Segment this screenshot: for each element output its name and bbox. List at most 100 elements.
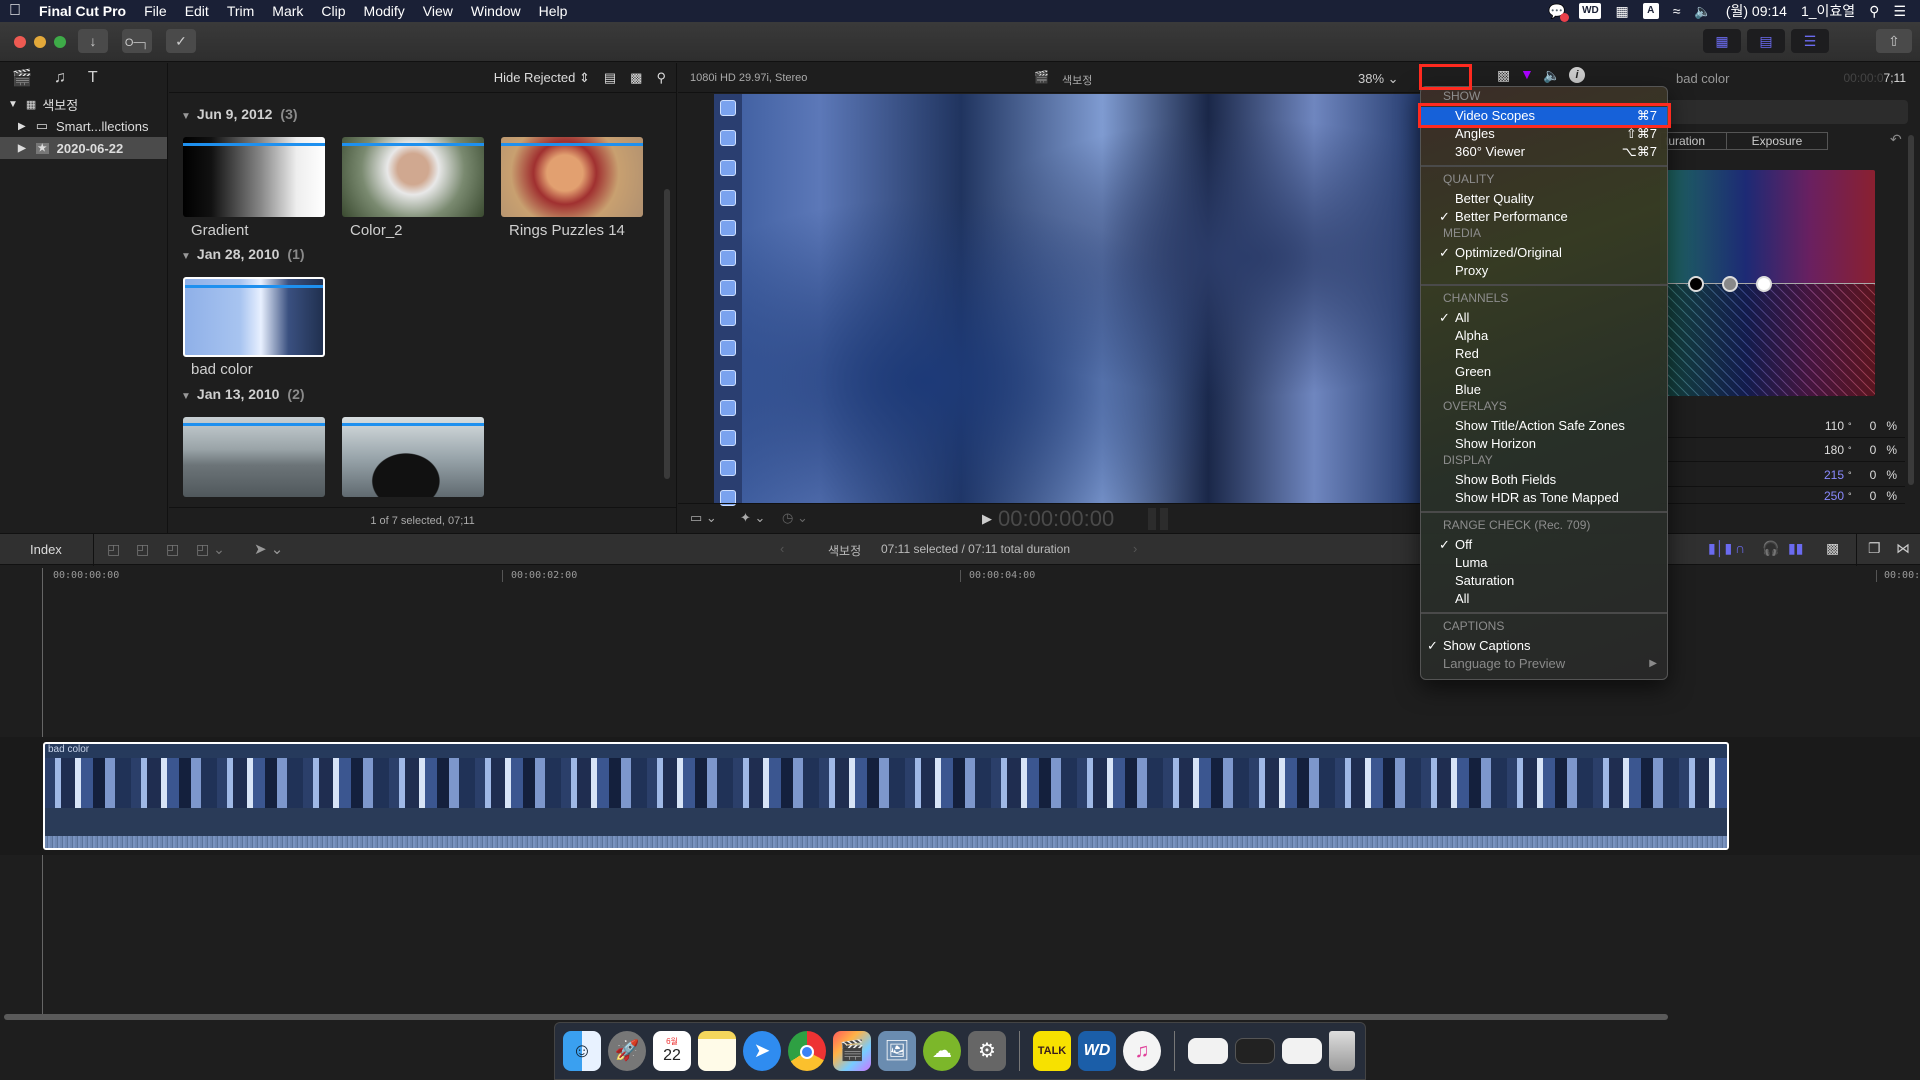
select-tool-menu[interactable]: ➤ ⌄ [254,540,283,558]
show-timeline-button[interactable]: ▤ [1747,29,1785,53]
inspector-scrollbar[interactable] [1908,135,1914,485]
back-arrow-icon[interactable]: ‹ [780,541,784,556]
play-button[interactable]: ▶ [982,511,992,527]
timeline-horizontal-scrollbar[interactable] [4,1014,1668,1020]
share-button[interactable]: ⇧ [1876,29,1912,53]
clip-thumbnail-bridge[interactable] [183,417,325,497]
dock-calendar-icon[interactable]: 6월 22 [653,1031,691,1071]
filmstrip-view-icon[interactable]: ▩ [630,70,642,86]
disclosure-closed-icon[interactable]: ▶ [18,121,26,132]
libraries-tab-icon[interactable]: 🎬 [12,68,32,88]
dock-finder-icon[interactable]: ☺ [563,1031,601,1071]
clock[interactable]: (월) 09:14 [1726,1,1787,21]
highlights-puck[interactable] [1756,276,1772,292]
inspector-value-row[interactable]: 215 ° 0% [1660,463,1905,487]
inspector-value-row[interactable]: 250 ° 0% [1660,488,1905,504]
dock-preview-icon[interactable]: 🖼 [878,1031,916,1071]
date-group-header[interactable]: ▼ Jun 9, 2012 (3) [181,106,298,122]
menu-modify[interactable]: Modify [355,3,414,19]
zoom-popup[interactable]: 38% ⌄ [1358,71,1399,87]
clip-appearance-icon[interactable]: ▤ [604,70,616,86]
browser-scrollbar[interactable] [664,189,670,479]
date-group-header[interactable]: ▼ Jan 13, 2010 (2) [181,386,305,402]
menu-view[interactable]: View [414,3,462,19]
menu-item-show-title-action-safe-zones[interactable]: Show Title/Action Safe Zones [1421,417,1667,435]
audio-inspector-icon[interactable]: 🔈 [1543,67,1560,84]
photos-audio-tab-icon[interactable]: ♫ [54,69,66,87]
sidebar-item-smart-collections[interactable]: ▶ ▭ Smart...llections [0,115,167,137]
notification-center-icon[interactable]: ☰ [1893,3,1906,20]
menu-item-luma[interactable]: Luma [1421,554,1667,572]
menu-item-show-hdr-as-tone-mapped[interactable]: Show HDR as Tone Mapped [1421,489,1667,507]
menu-item-all[interactable]: All [1421,590,1667,608]
menu-help[interactable]: Help [530,3,577,19]
date-group-header[interactable]: ▼ Jan 28, 2010 (1) [181,246,305,262]
crop-transform-menu[interactable]: ▭ ⌄ [690,510,717,526]
disclosure-open-icon[interactable]: ▼ [8,99,18,110]
dock-final-cut-pro-icon[interactable]: 🎬 [833,1031,871,1071]
transitions-browser-icon[interactable]: ⋈ [1896,540,1910,557]
timecode-display[interactable]: 00:00:00:00 [998,506,1114,532]
video-animation-icon[interactable]: ▩ [1497,67,1510,84]
menu-window[interactable]: Window [462,3,530,19]
menu-item-show-captions[interactable]: ✓ Show Captions [1421,637,1667,655]
wifi-icon[interactable]: ≈ [1673,3,1681,19]
dock-launchpad-icon[interactable]: 🚀 [608,1031,646,1071]
disclosure-closed-icon[interactable]: ▶ [18,143,26,154]
menu-mark[interactable]: Mark [263,3,312,19]
sidebar-item-event-2020-06-22[interactable]: ▶ ★ 2020-06-22 [0,137,167,159]
inspector-value-row[interactable]: 110 ° 0% [1660,414,1905,438]
titles-generators-tab-icon[interactable]: T [88,69,98,87]
dock-notes-icon[interactable] [698,1031,736,1071]
menu-item-blue[interactable]: Blue [1421,381,1667,399]
dock-minimized-chrome-window[interactable] [1188,1038,1228,1064]
apple-menu-icon[interactable]:  [0,2,30,20]
forward-arrow-icon[interactable]: › [1133,541,1137,556]
menu-item-alpha[interactable]: Alpha [1421,327,1667,345]
keyword-editor-button[interactable]: O─┐ [122,29,152,53]
menu-item-red[interactable]: Red [1421,345,1667,363]
menu-item-optimized-original[interactable]: ✓ Optimized/Original [1421,244,1667,262]
overwrite-clip-menu[interactable]: ◰ ⌄ [196,541,225,558]
inspector-value-row[interactable]: 180 ° 0% [1660,438,1905,462]
timeline-clip-bad-color[interactable]: bad color [43,742,1729,850]
menu-item-proxy[interactable]: Proxy [1421,262,1667,280]
zoom-window-button[interactable] [54,36,66,48]
clip-thumbnail-color-2[interactable] [342,137,484,217]
dock-chrome-icon[interactable] [788,1031,826,1071]
dock-itunes-icon[interactable]: ♫ [1123,1031,1161,1071]
connect-clip-icon[interactable]: ◰ [107,541,120,558]
minimize-window-button[interactable] [34,36,46,48]
dock-minimized-chrome-window[interactable] [1282,1038,1322,1064]
volume-icon[interactable]: 🔈 [1694,3,1711,20]
retime-menu[interactable]: ◷ ⌄ [782,510,808,526]
info-inspector-icon[interactable]: i [1569,67,1585,83]
import-button[interactable]: ↓ [78,29,108,53]
dock-system-preferences-icon[interactable]: ⚙ [968,1031,1006,1071]
menu-item-show-horizon[interactable]: Show Horizon [1421,435,1667,453]
effects-browser-icon[interactable]: ❐ [1868,540,1881,557]
append-clip-icon[interactable]: ◰ [166,541,179,558]
show-inspector-button[interactable]: ☰ [1791,29,1829,53]
dock-minimized-terminal-window[interactable] [1235,1038,1275,1064]
insert-clip-icon[interactable]: ◰ [136,541,149,558]
background-tasks-button[interactable]: ✓ [166,29,196,53]
menu-edit[interactable]: Edit [176,3,218,19]
menu-item-better-quality[interactable]: Better Quality [1421,190,1667,208]
wd-icon[interactable]: WD [1579,3,1602,19]
filter-popup[interactable]: Hide Rejected ⇕ [494,70,590,86]
clip-thumbnail-man-in-suit[interactable] [342,417,484,497]
display-icon[interactable]: ▦ [1615,3,1628,20]
snapping-icon[interactable]: ▮▮ [1788,540,1803,557]
reset-icon[interactable]: ↶ [1890,131,1902,148]
menu-file[interactable]: File [135,3,176,19]
menu-item-show-both-fields[interactable]: Show Both Fields [1421,471,1667,489]
tab-saturation[interactable]: turation [1660,132,1726,150]
menu-item-better-performance[interactable]: ✓ Better Performance [1421,208,1667,226]
enhance-menu[interactable]: ✦ ⌄ [740,510,765,526]
index-button[interactable]: Index [30,542,62,557]
clip-thumbnail-gradient[interactable] [183,137,325,217]
dock-safari-icon[interactable]: ➤ [743,1031,781,1071]
shadows-puck[interactable] [1688,276,1704,292]
audio-skimming-icon[interactable]: ∩ [1735,540,1745,556]
